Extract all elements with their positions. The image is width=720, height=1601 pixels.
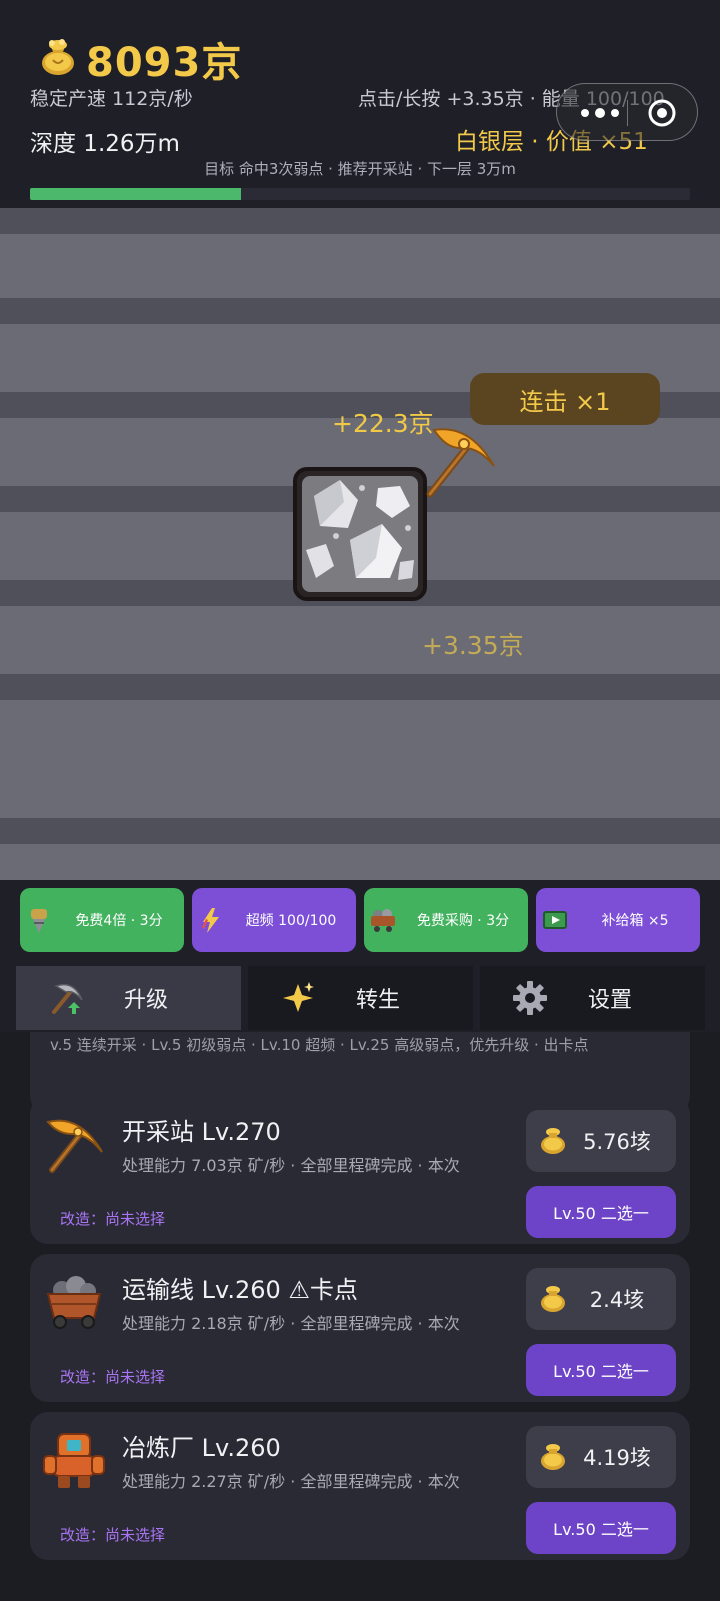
boost-free-4x-button[interactable]: 免费4倍 · 3分 — [20, 888, 184, 952]
upgrade-desc: 处理能力 2.27京 矿/秒 · 全部里程碑完成 · 本次 — [122, 1472, 460, 1491]
robot-icon — [43, 1433, 105, 1488]
gold-bag-icon — [541, 1286, 565, 1312]
pickaxe-upgrade-icon — [52, 983, 83, 1014]
boost-label: 免费采购 · 3分 — [416, 913, 510, 929]
upgrade-mod[interactable]: 改造：尚未选择 — [60, 1524, 165, 1545]
tab-upgrade[interactable]: 升级 — [16, 966, 241, 1030]
boost-label: 超频 100/100 — [245, 913, 337, 929]
tab-label: 设置 — [588, 988, 633, 1013]
combo-badge: 连击 ×1 — [470, 373, 660, 425]
upgrade-cost-button[interactable]: 4.19垓 — [526, 1426, 676, 1488]
more-dots-icon[interactable] — [575, 102, 625, 124]
choose-upgrade-button[interactable]: Lv.50 二选一 — [526, 1344, 676, 1396]
cost-value: 5.76垓 — [583, 1130, 651, 1154]
upgrade-desc: 处理能力 2.18京 矿/秒 · 全部里程碑完成 · 本次 — [122, 1314, 460, 1333]
upgrade-cost-button[interactable]: 2.4垓 — [526, 1268, 676, 1330]
capsule-divider — [627, 100, 628, 126]
mine-area[interactable]: 连击 ×1 +22.3京 +3.35京 — [0, 208, 720, 880]
boost-free-purchase-button[interactable]: 免费采购 · 3分 — [364, 888, 528, 952]
status-header: 8093京 稳定产速 112京/秒 点击/长按 +3.35京 · 能量 100/… — [0, 0, 720, 208]
boost-label: 补给箱 ×5 — [601, 913, 669, 929]
lightning-icon — [202, 908, 219, 933]
minecart-icon — [46, 1276, 102, 1329]
upgrade-list[interactable]: v.5 连续开采 · Lv.5 初级弱点 · Lv.10 超频 · Lv.25 … — [0, 1032, 720, 1601]
rock-stripe — [0, 208, 720, 234]
tab-label: 升级 — [124, 988, 169, 1013]
silver-ore-block-icon[interactable] — [292, 466, 428, 602]
upgrade-title: 开采站 Lv.270 — [122, 1118, 281, 1146]
mini-program-capsule — [556, 83, 698, 141]
minecart-icon — [371, 909, 395, 932]
milestone-hint: v.5 连续开采 · Lv.5 初级弱点 · Lv.10 超频 · Lv.25 … — [50, 1036, 589, 1054]
gold-bag-icon — [541, 1444, 565, 1470]
cost-value: 4.19垓 — [583, 1446, 651, 1470]
pickaxe-icon — [46, 1119, 103, 1173]
tab-settings[interactable]: 设置 — [480, 966, 705, 1030]
cost-value: 2.4垓 — [589, 1288, 645, 1312]
upgrade-card-conveyor: 运输线 Lv.260 ⚠卡点 处理能力 2.18京 矿/秒 · 全部里程碑完成 … — [30, 1254, 690, 1402]
depth-progress-fill — [30, 188, 242, 200]
depth-progress-bar — [30, 188, 690, 200]
floating-gain-small: +3.35京 — [422, 631, 524, 660]
supply-box-button[interactable]: 补给箱 ×5 — [536, 888, 700, 952]
gold-bag-icon — [541, 1128, 565, 1154]
boost-overclock-button[interactable]: 超频 100/100 — [192, 888, 356, 952]
depth-readout: 深度 1.26万m — [30, 131, 180, 157]
upgrade-title: 冶炼厂 Lv.260 — [122, 1434, 281, 1462]
drill-icon — [31, 909, 47, 933]
gear-icon — [513, 981, 547, 1015]
floating-gain-big: +22.3京 — [332, 409, 434, 438]
rock-stripe — [0, 298, 720, 324]
game-screen: 8093京 稳定产速 112京/秒 点击/长按 +3.35京 · 能量 100/… — [0, 0, 720, 1601]
golden-pickaxe-icon — [426, 428, 495, 498]
boost-bar: 免费4倍 · 3分 超频 100/100 免费采购 · 3分 补给箱 ×5 — [0, 880, 720, 956]
rock-stripe — [0, 818, 720, 844]
tab-bar: 升级 转生 设置 — [0, 964, 720, 1032]
choose-upgrade-button[interactable]: Lv.50 二选一 — [526, 1502, 676, 1554]
upgrade-mod[interactable]: 改造：尚未选择 — [60, 1366, 165, 1387]
goal-text: 目标 命中3次弱点 · 推荐开采站 · 下一层 3万m — [204, 160, 516, 178]
tab-label: 转生 — [356, 988, 401, 1013]
gold-total: 8093京 — [86, 40, 243, 86]
upgrade-desc: 处理能力 7.03京 矿/秒 · 全部里程碑完成 · 本次 — [122, 1156, 460, 1175]
upgrade-card-smelter: 冶炼厂 Lv.260 处理能力 2.27京 矿/秒 · 全部里程碑完成 · 本次… — [30, 1412, 690, 1560]
upgrade-title: 运输线 Lv.260 ⚠卡点 — [122, 1276, 358, 1304]
stable-rate: 稳定产速 112京/秒 — [30, 88, 193, 110]
boost-label: 免费4倍 · 3分 — [75, 913, 163, 929]
sparkle-icon — [283, 982, 314, 1012]
choose-upgrade-button[interactable]: Lv.50 二选一 — [526, 1186, 676, 1238]
upgrade-card-mining-station: 开采站 Lv.270 处理能力 7.03京 矿/秒 · 全部里程碑完成 · 本次… — [30, 1096, 690, 1244]
video-icon — [543, 911, 567, 929]
upgrade-mod[interactable]: 改造：尚未选择 — [60, 1208, 165, 1229]
gold-bag-icon — [42, 39, 74, 75]
upgrade-cost-button[interactable]: 5.76垓 — [526, 1110, 676, 1172]
tab-rebirth[interactable]: 转生 — [248, 966, 473, 1030]
target-close-icon[interactable] — [647, 98, 677, 128]
rock-stripe — [0, 674, 720, 700]
